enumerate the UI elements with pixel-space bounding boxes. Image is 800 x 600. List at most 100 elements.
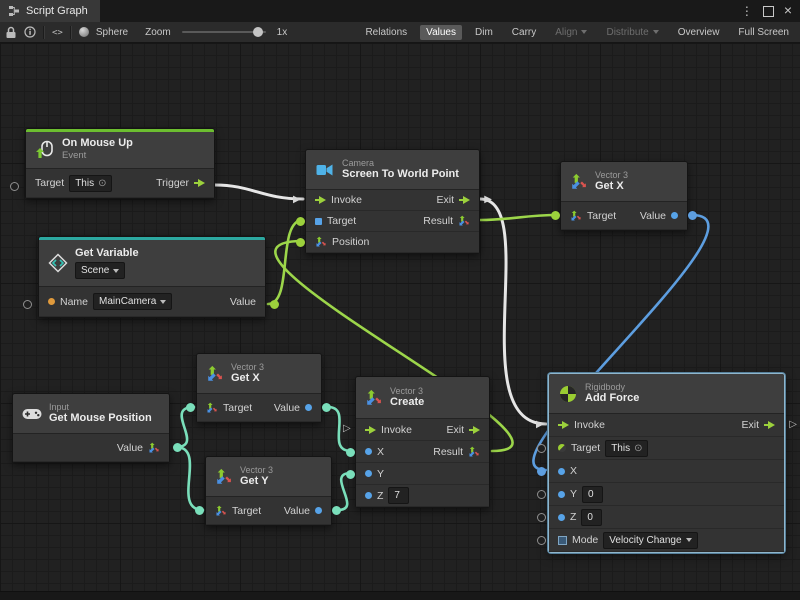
flow-out-arrow-icon[interactable] — [469, 425, 480, 435]
values-button[interactable]: Values — [420, 25, 462, 40]
force-mode-value: Velocity Change — [609, 534, 681, 547]
node-title: Get X — [595, 180, 628, 193]
target-self-chip[interactable]: This — [605, 440, 648, 457]
mode-input-port[interactable] — [537, 536, 546, 545]
close-icon[interactable] — [784, 2, 792, 20]
result-port-label: Result — [423, 215, 453, 227]
exit-port-label: Exit — [741, 419, 759, 431]
node-category: Input — [49, 402, 152, 413]
value-output-port[interactable] — [332, 506, 341, 515]
node-get-variable[interactable]: Get Variable Scene Name MainCamera Value — [38, 236, 266, 318]
port-row: Target This Trigger — [26, 169, 214, 198]
relations-button[interactable]: Relations — [359, 25, 413, 40]
mode-port-label: Mode — [572, 534, 598, 546]
flow-in-arrow-icon[interactable] — [315, 195, 326, 205]
vector3-icon — [365, 389, 383, 407]
port-row: X Result — [356, 441, 489, 463]
align-button[interactable]: Align — [549, 25, 593, 40]
target-input-port[interactable] — [537, 444, 546, 453]
float-port-icon — [558, 491, 565, 498]
x-input-port[interactable] — [346, 448, 355, 457]
invoke-port-label: Invoke — [331, 194, 362, 206]
target-input-port[interactable] — [296, 217, 305, 226]
node-on-mouse-up[interactable]: On Mouse Up Event Target This Trigger — [25, 128, 215, 199]
target-input-port[interactable] — [10, 182, 19, 191]
carry-button[interactable]: Carry — [506, 25, 542, 40]
value-port-label: Value — [230, 296, 256, 308]
target-input-port[interactable] — [195, 506, 204, 515]
flow-in-arrow-icon[interactable] — [365, 425, 376, 435]
node-title-block: Rigidbody Add Force — [585, 382, 639, 406]
port-row: Target Value — [206, 497, 331, 525]
wire-variable-to-target — [268, 220, 303, 304]
node-create-vector3[interactable]: Vector 3 Create Invoke Exit X Result — [355, 376, 490, 508]
y-input-port[interactable] — [537, 490, 546, 499]
target-self-value: This — [611, 442, 630, 455]
node-title-block: Camera Screen To World Point — [342, 158, 459, 182]
node-get-x-screen[interactable]: Vector 3 Get X Target Value — [560, 161, 688, 231]
invoke-wire-arrow-icon — [536, 420, 544, 430]
node-header: Input Get Mouse Position — [13, 394, 169, 434]
node-get-y-mouse[interactable]: Vector 3 Get Y Target Value — [205, 456, 332, 526]
name-input-port[interactable] — [23, 300, 32, 309]
node-screen-to-world-point[interactable]: Camera Screen To World Point Invoke Exit… — [305, 149, 480, 254]
force-mode-dropdown[interactable]: Velocity Change — [603, 532, 697, 549]
carry-label: Carry — [512, 27, 536, 38]
info-icon[interactable] — [24, 26, 36, 38]
variable-name-dropdown[interactable]: MainCamera — [93, 293, 172, 310]
flow-out-arrow-icon[interactable] — [764, 420, 775, 430]
node-get-x-mouse[interactable]: Vector 3 Get X Target Value — [196, 353, 322, 423]
edited-object-name[interactable]: Sphere — [96, 27, 128, 38]
relations-label: Relations — [365, 27, 407, 38]
lock-icon[interactable] — [5, 26, 17, 39]
rigidbody-port-icon — [558, 444, 566, 452]
overview-button[interactable]: Overview — [672, 25, 726, 40]
y-value-input[interactable]: 0 — [582, 486, 603, 503]
flow-out-arrow-icon[interactable] — [194, 178, 205, 188]
node-add-force[interactable]: Rigidbody Add Force Invoke Exit Target T… — [548, 373, 785, 553]
target-self-value: This — [75, 177, 94, 190]
position-input-port[interactable] — [296, 238, 305, 247]
dim-button[interactable]: Dim — [469, 25, 499, 40]
z-input-port[interactable] — [537, 513, 546, 522]
value-output-port[interactable] — [322, 403, 331, 412]
value-output-port[interactable] — [688, 211, 697, 220]
float-port-icon — [365, 448, 372, 455]
tab-script-graph[interactable]: Script Graph — [0, 0, 100, 22]
z-value-input[interactable]: 7 — [388, 487, 409, 504]
invoke-input-port[interactable] — [343, 424, 351, 434]
horizontal-scrollbar[interactable] — [0, 591, 800, 600]
target-input-port[interactable] — [186, 403, 195, 412]
node-title: Screen To World Point — [342, 168, 459, 181]
y-input-port[interactable] — [346, 470, 355, 479]
float-port-icon — [365, 492, 372, 499]
vector3-icon — [315, 236, 327, 248]
full-screen-button[interactable]: Full Screen — [732, 25, 795, 40]
flow-out-arrow-icon[interactable] — [459, 195, 470, 205]
zoom-slider[interactable] — [182, 31, 266, 33]
target-self-chip[interactable]: This — [69, 175, 112, 192]
flow-in-arrow-icon[interactable] — [558, 420, 569, 430]
z-value-input[interactable]: 0 — [581, 509, 602, 526]
port-row: Target This — [549, 437, 784, 460]
angle-brackets-icon[interactable] — [52, 27, 63, 38]
maximize-icon[interactable] — [763, 6, 774, 17]
port-row: Target Result — [306, 211, 479, 232]
align-label: Align — [555, 27, 577, 38]
invoke-port-label: Invoke — [574, 419, 605, 431]
x-input-port[interactable] — [537, 467, 546, 476]
exit-output-port[interactable] — [789, 420, 797, 430]
z-port-label: Z — [570, 511, 576, 523]
value-output-port[interactable] — [173, 443, 182, 452]
value-output-port[interactable] — [270, 300, 279, 309]
result-port-label: Result — [433, 446, 463, 458]
zoom-slider-handle[interactable] — [253, 27, 263, 37]
graph-canvas[interactable]: On Mouse Up Event Target This Trigger — [0, 43, 800, 600]
node-get-mouse-position[interactable]: Input Get Mouse Position Value — [12, 393, 170, 463]
target-input-port[interactable] — [551, 211, 560, 220]
port-row: Value — [13, 434, 169, 462]
sphere-object-icon — [79, 27, 89, 37]
window-menu-icon[interactable] — [741, 2, 753, 20]
variable-scope-dropdown[interactable]: Scene — [75, 262, 125, 279]
distribute-button[interactable]: Distribute — [600, 25, 664, 40]
